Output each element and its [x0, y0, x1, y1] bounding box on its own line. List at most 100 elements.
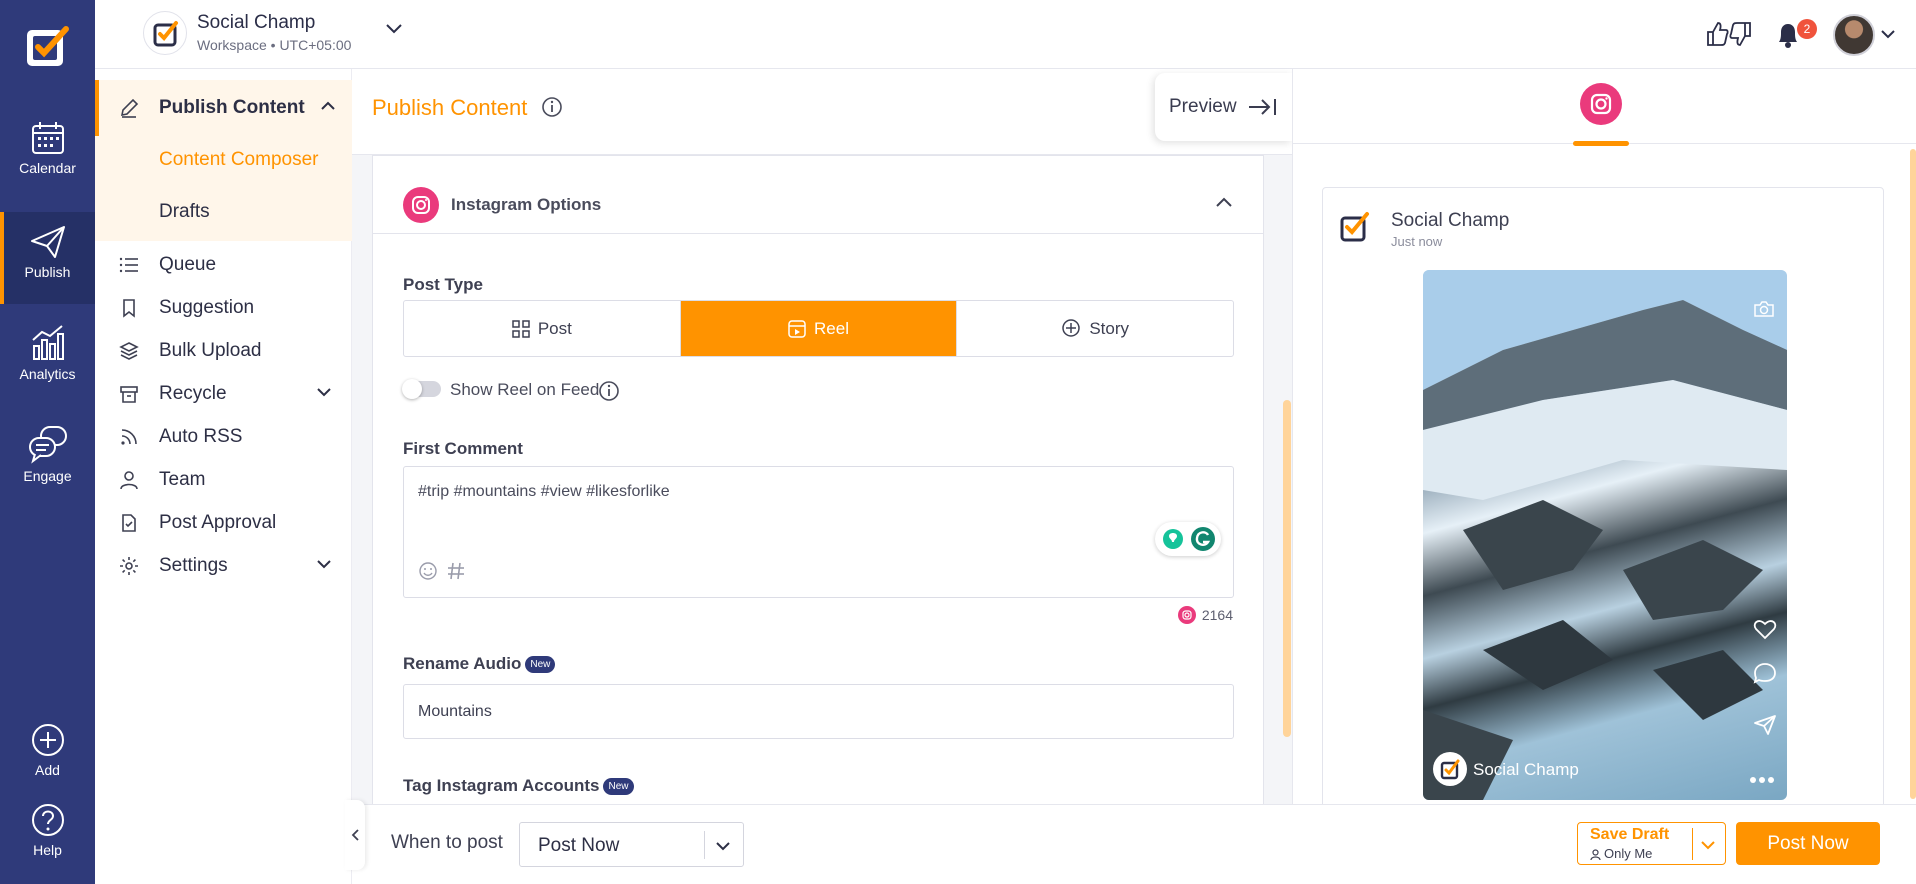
rename-audio-value: Mountains [418, 703, 492, 720]
bar-chart-icon [31, 325, 64, 360]
info-icon[interactable] [541, 96, 563, 118]
workspace-logo[interactable] [143, 11, 187, 55]
chevron-up-icon[interactable] [1215, 196, 1233, 208]
active-tab-indicator [1573, 141, 1629, 146]
info-icon[interactable] [598, 380, 620, 402]
save-draft-button[interactable]: Save Draft Only Me [1577, 822, 1726, 865]
reel-icon [788, 320, 806, 338]
emoji-icon[interactable] [418, 561, 438, 581]
preview-label: Preview [1169, 96, 1237, 117]
chevron-up-icon[interactable] [320, 100, 336, 112]
list-icon [119, 257, 138, 273]
first-comment-value: #trip #mountains #view #likesforlike [418, 483, 670, 500]
feedback-thumbs-icon[interactable] [1705, 20, 1753, 48]
grammarly-icon [1163, 527, 1215, 551]
chevron-down-icon[interactable] [316, 558, 332, 570]
preview-scrollbar[interactable] [1910, 149, 1916, 799]
account-logo-icon [1340, 212, 1369, 242]
show-reel-on-feed-toggle[interactable] [402, 379, 441, 399]
character-counter: 2164 [1177, 606, 1233, 624]
camera-icon[interactable] [1753, 300, 1775, 318]
post-type-reel-button[interactable]: Reel [680, 301, 958, 356]
save-draft-label: Save Draft [1590, 826, 1670, 843]
when-to-post-select[interactable]: Post Now [519, 822, 744, 867]
sidebar-item-bulk-upload[interactable]: Bulk Upload [95, 331, 352, 371]
sidebar-item-label: Settings [159, 555, 228, 576]
post-type-story-button[interactable]: Story [957, 301, 1233, 356]
chevron-down-icon[interactable] [316, 386, 332, 398]
instagram-options-title: Instagram Options [451, 195, 602, 214]
app-logo-icon[interactable] [24, 24, 70, 70]
chevron-down-icon[interactable] [1700, 839, 1716, 851]
sidebar-item-suggestion[interactable]: Suggestion [95, 288, 352, 328]
new-badge: New [525, 656, 556, 673]
preview-account-name: Social Champ [1391, 210, 1510, 231]
grammarly-widget[interactable] [1155, 522, 1221, 556]
reel-username: Social Champ [1473, 760, 1579, 779]
composer-scrollbar[interactable] [1283, 400, 1291, 737]
rss-icon [121, 429, 137, 445]
preview-button[interactable]: Preview [1155, 73, 1292, 141]
workspace-name[interactable]: Social Champ [197, 12, 315, 34]
sidebar-item-recycle[interactable]: Recycle [95, 374, 352, 414]
rail-calendar[interactable]: Calendar [0, 120, 95, 212]
rail-help-label: Help [33, 842, 62, 858]
instagram-options-card: Instagram Options Post Type Post Reel St… [372, 155, 1264, 805]
chevron-down-icon[interactable] [385, 22, 403, 34]
page-title: Publish Content [372, 95, 528, 120]
user-icon [120, 471, 138, 490]
sidebar-item-label: Bulk Upload [159, 340, 262, 361]
chevron-left-icon [351, 829, 359, 841]
when-to-post-label: When to post [391, 832, 503, 853]
paper-plane-icon [30, 226, 65, 258]
heart-icon[interactable] [1753, 618, 1777, 640]
mountain-image [1423, 270, 1787, 800]
archive-icon [120, 386, 138, 403]
bookmark-icon [123, 299, 135, 318]
rename-audio-field[interactable]: Mountains [403, 684, 1234, 739]
sidebar-item-label: Suggestion [159, 297, 255, 318]
first-comment-field[interactable]: #trip #mountains #view #likesforlike [403, 466, 1234, 598]
sidebar-item-settings[interactable]: Settings [95, 546, 352, 586]
reel-user-avatar [1433, 752, 1467, 786]
post-now-button[interactable]: Post Now [1736, 822, 1880, 865]
share-icon[interactable] [1753, 714, 1777, 736]
sidebar-item-auto-rss[interactable]: Auto RSS [95, 417, 352, 457]
sidebar-item-queue[interactable]: Queue [95, 245, 352, 285]
publish-sidebar: Publish Content Content Composer Drafts … [95, 69, 352, 884]
more-options-icon[interactable] [1749, 776, 1775, 784]
comment-icon[interactable] [1753, 662, 1777, 684]
instagram-preview-card: Social Champ Just now Social Champ [1322, 187, 1884, 817]
avatar[interactable] [1833, 14, 1875, 56]
hashtag-icon[interactable] [446, 561, 466, 581]
instagram-options-header[interactable]: Instagram Options [373, 176, 1263, 234]
sidebar-item-post-approval[interactable]: Post Approval [95, 503, 352, 543]
rail-analytics[interactable]: Analytics [0, 322, 95, 414]
new-badge: New [603, 778, 634, 795]
rail-analytics-label: Analytics [19, 366, 76, 382]
tab-instagram[interactable] [1580, 83, 1622, 125]
sidebar-item-publish-content[interactable]: Publish Content [95, 80, 352, 136]
rail-help[interactable]: Help [0, 802, 95, 884]
file-check-icon [122, 514, 136, 532]
instagram-icon [1580, 83, 1622, 125]
collapse-sidebar-tab[interactable] [345, 800, 365, 870]
main-header: Publish Content [352, 69, 1292, 155]
rail-add[interactable]: Add [0, 722, 95, 814]
post-type-label: Post Type [403, 275, 483, 294]
gear-icon [120, 557, 138, 575]
sidebar-item-content-composer[interactable]: Content Composer [159, 149, 318, 171]
top-bar: Social Champ Workspace • UTC+05:00 [95, 0, 1916, 69]
post-type-post-button[interactable]: Post [404, 301, 681, 356]
sidebar-section-label: Publish Content [159, 97, 305, 118]
sidebar-item-team[interactable]: Team [95, 460, 352, 500]
chevron-down-icon[interactable] [1880, 28, 1896, 40]
preview-timestamp: Just now [1391, 234, 1443, 249]
sidebar-item-label: Post Approval [159, 512, 277, 533]
rail-engage[interactable]: Engage [0, 424, 95, 516]
rail-publish-label: Publish [24, 264, 71, 280]
sidebar-item-drafts[interactable]: Drafts [159, 201, 210, 223]
sidebar-item-label: Team [159, 469, 206, 490]
rail-publish[interactable]: Publish [0, 212, 95, 304]
instagram-icon [403, 187, 439, 223]
